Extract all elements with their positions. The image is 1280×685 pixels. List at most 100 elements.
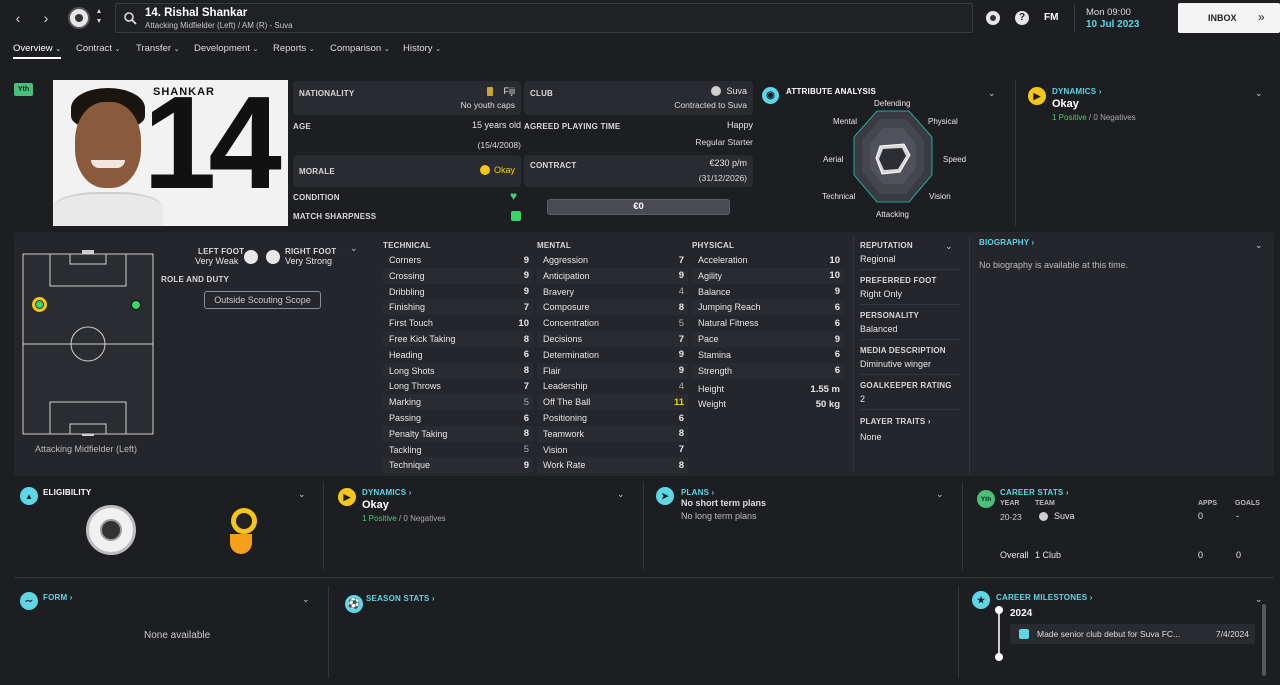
club-card[interactable]: CLUB Suva Contracted to Suva: [524, 81, 753, 115]
milestone-item[interactable]: Made senior club debut for Suva FC... 7/…: [1010, 624, 1255, 644]
career-row-team[interactable]: Suva: [1054, 511, 1075, 521]
attribute-name: Technique: [389, 460, 431, 471]
tab-development[interactable]: Development ⌄: [194, 43, 259, 54]
dynamics-title[interactable]: DYNAMICS ›: [1052, 87, 1102, 96]
attribute-row[interactable]: Stamina 6: [692, 347, 844, 363]
attribute-row[interactable]: First Touch 10: [383, 315, 533, 331]
tab-history[interactable]: History ⌄: [403, 43, 441, 54]
tab-reports[interactable]: Reports ⌄: [273, 43, 315, 54]
milestones-chevron-icon[interactable]: ⌄: [1255, 594, 1263, 605]
attribute-row[interactable]: Finishing 7: [383, 299, 533, 316]
technical-list: Corners 9 Crossing 9 Dribbling 9 Finishing 7 Fir…: [383, 252, 533, 476]
attribute-row[interactable]: Corners 9: [383, 252, 533, 268]
attribute-row[interactable]: Passing 6: [383, 410, 533, 426]
attribute-row[interactable]: Heading 6: [383, 347, 533, 363]
attribute-name: Positioning: [543, 413, 588, 423]
reputation-chevron-icon[interactable]: ⌄: [945, 241, 953, 252]
forward-button[interactable]: ›: [36, 8, 56, 28]
milestones-title[interactable]: CAREER MILESTONES ›: [996, 593, 1093, 602]
analysis-chevron-icon[interactable]: ⌄: [988, 88, 996, 99]
fiji-fa-badge-icon[interactable]: [86, 505, 136, 555]
attribute-row[interactable]: Decisions 7: [537, 331, 688, 347]
eligibility-chevron-icon[interactable]: ⌄: [298, 489, 306, 500]
biography-title[interactable]: BIOGRAPHY ›: [979, 238, 1034, 247]
club-value[interactable]: Suva: [726, 86, 747, 96]
attribute-row[interactable]: Natural Fitness 6: [692, 315, 844, 331]
scouting-scope-button[interactable]: Outside Scouting Scope: [204, 291, 321, 309]
nationality-card[interactable]: NATIONALITY Fiji No youth caps: [293, 81, 521, 115]
attribute-row[interactable]: Marking 5: [383, 394, 533, 411]
attribute-row[interactable]: Technique 9: [383, 457, 533, 474]
attribute-row[interactable]: Strength 6: [692, 362, 844, 379]
plans-title[interactable]: PLANS ›: [681, 488, 714, 497]
plans-icon: ➤: [656, 487, 674, 505]
morale-card[interactable]: MORALE Okay: [293, 155, 521, 187]
milestone-year: 2024: [1010, 608, 1033, 619]
attribute-row[interactable]: Flair 9: [537, 362, 688, 379]
tab-transfer[interactable]: Transfer ⌄: [136, 43, 180, 54]
attribute-row[interactable]: Penalty Taking 8: [383, 425, 533, 442]
attribute-row[interactable]: Vision 7: [537, 442, 688, 458]
help-button[interactable]: ?: [1015, 11, 1029, 25]
inbox-button[interactable]: INBOX »: [1178, 3, 1280, 33]
attribute-row[interactable]: Balance 9: [692, 284, 844, 300]
career-row-goals: -: [1236, 511, 1239, 521]
attribute-row[interactable]: Anticipation 9: [537, 267, 688, 284]
attribute-row[interactable]: Aggression 7: [537, 252, 688, 268]
attribute-row[interactable]: Composure 8: [537, 299, 688, 316]
fm-button[interactable]: FM: [1044, 12, 1058, 23]
dynamics-chevron-icon[interactable]: ⌄: [1255, 88, 1263, 99]
traits-value: None: [860, 432, 882, 442]
date-panel[interactable]: Mon 09:00 10 Jul 2023: [1074, 4, 1168, 32]
biography-chevron-icon[interactable]: ⌄: [1255, 240, 1263, 251]
dynamics-bottom-chevron-icon[interactable]: ⌄: [617, 489, 625, 500]
position-am-right[interactable]: [131, 300, 141, 310]
attribute-row[interactable]: Determination 9: [537, 347, 688, 363]
attribute-row[interactable]: Concentration 5: [537, 315, 688, 331]
player-switcher[interactable]: ▲ ▼: [94, 7, 104, 29]
dynamics-bottom-title[interactable]: DYNAMICS ›: [362, 488, 412, 497]
attribute-row[interactable]: Off The Ball 11: [537, 394, 688, 411]
position-chevron-icon[interactable]: ⌄: [350, 243, 358, 254]
ball-icon-button[interactable]: [986, 11, 1000, 25]
attribute-row[interactable]: Tackling 5: [383, 442, 533, 458]
attribute-row[interactable]: Leadership 4: [537, 378, 688, 394]
contract-card[interactable]: CONTRACT €230 p/m (31/12/2026): [524, 155, 753, 187]
form-chevron-icon[interactable]: ⌄: [302, 594, 310, 605]
attribute-row[interactable]: Positioning 6: [537, 410, 688, 426]
attribute-row[interactable]: Free Kick Taking 8: [383, 331, 533, 347]
career-overall-label: Overall: [1000, 550, 1029, 560]
attribute-row[interactable]: Acceleration 10: [692, 252, 844, 268]
attribute-name: Concentration: [543, 318, 600, 329]
row1-divider-c: [962, 482, 963, 570]
back-button[interactable]: ‹: [8, 8, 28, 28]
tab-overview[interactable]: Overview ⌄: [13, 43, 62, 59]
traits-label[interactable]: PLAYER TRAITS ›: [860, 417, 931, 426]
attribute-row[interactable]: Teamwork 8: [537, 425, 688, 442]
technical-title: TECHNICAL: [383, 241, 432, 250]
nationality-value[interactable]: Fiji: [504, 86, 516, 96]
season-stats-title[interactable]: SEASON STATS ›: [366, 594, 435, 603]
attribute-row[interactable]: Dribbling 9: [383, 284, 533, 300]
league-badge-icon[interactable]: [228, 508, 258, 556]
attribute-row[interactable]: Jumping Reach 6: [692, 299, 844, 316]
date-of-birth: (15/4/2008): [477, 140, 521, 150]
attribute-row[interactable]: Long Shots 8: [383, 362, 533, 379]
club-crest-button[interactable]: [68, 7, 90, 29]
position-am-left[interactable]: [32, 297, 47, 312]
attribute-row[interactable]: Work Rate 8: [537, 457, 688, 474]
attribute-row[interactable]: Agility 10: [692, 267, 844, 284]
scrollbar[interactable]: [1262, 604, 1266, 676]
attribute-row[interactable]: Crossing 9: [383, 267, 533, 284]
tab-comparison[interactable]: Comparison ⌄: [330, 43, 390, 54]
attribute-row[interactable]: Bravery 4: [537, 284, 688, 300]
value-bar[interactable]: €0: [547, 199, 730, 215]
career-stats-title[interactable]: CAREER STATS ›: [1000, 488, 1069, 497]
attribute-row[interactable]: Long Throws 7: [383, 378, 533, 394]
plans-chevron-icon[interactable]: ⌄: [936, 489, 944, 500]
tab-contract[interactable]: Contract ⌄: [76, 43, 120, 54]
attribute-value: 6: [523, 349, 529, 361]
form-title[interactable]: FORM ›: [43, 593, 73, 602]
attribute-row[interactable]: Pace 9: [692, 331, 844, 347]
search-box[interactable]: 14. Rishal Shankar Attacking Midfielder …: [115, 3, 973, 33]
